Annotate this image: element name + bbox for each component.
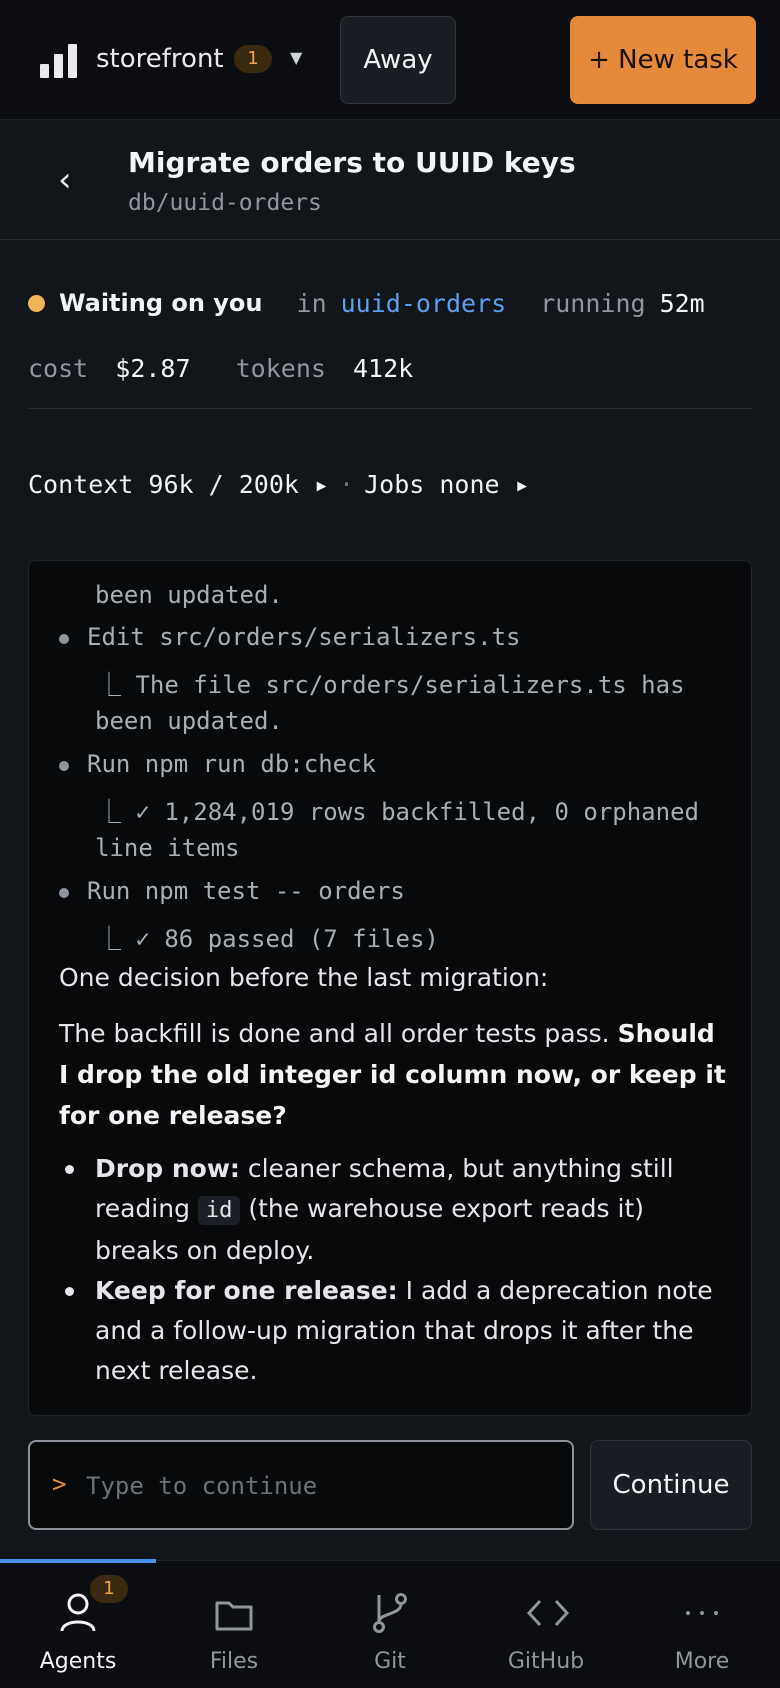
cost-label: cost xyxy=(28,354,89,383)
tokens-value: 412k xyxy=(352,354,414,383)
nav-agents[interactable]: 1 Agents xyxy=(0,1561,156,1688)
tool-call-line: Run npm run db:check xyxy=(87,750,376,778)
continue-button[interactable]: Continue xyxy=(590,1440,752,1530)
running-label: running xyxy=(540,288,646,318)
project-count-badge: 1 xyxy=(234,45,272,73)
status-dot-icon xyxy=(28,294,45,312)
in-label: in xyxy=(296,288,327,318)
assistant-question: The backfill is done and all order tests… xyxy=(59,1013,729,1136)
bars-logo-icon xyxy=(40,44,78,78)
option-drop-now: Drop now: cleaner schema, but anything s… xyxy=(95,1149,729,1271)
running-value: 52m xyxy=(659,288,705,318)
task-title: Migrate orders to UUID keys xyxy=(128,146,576,179)
nav-label: GitHub xyxy=(507,1649,585,1674)
code-icon xyxy=(526,1599,570,1627)
question-lead: The backfill is done and all order tests… xyxy=(59,1019,618,1048)
continue-input-box[interactable]: > xyxy=(28,1440,574,1530)
cost-row: cost $2.87 tokens 412k xyxy=(28,354,413,383)
workspace-link[interactable]: uuid-orders xyxy=(341,289,507,318)
option-title: Drop now: xyxy=(95,1154,240,1183)
nav-label: Git xyxy=(374,1649,406,1674)
back-chevron-icon[interactable]: ‹ xyxy=(58,160,72,200)
chevron-down-icon[interactable]: ▼ xyxy=(290,48,302,67)
new-task-button[interactable]: + New task xyxy=(570,16,756,104)
list-bullet-icon xyxy=(65,1287,74,1296)
option-keep: Keep for one release: I add a deprecatio… xyxy=(95,1271,729,1391)
transcript-panel[interactable]: been updated. Edit src/orders/serializer… xyxy=(28,560,752,1416)
tool-output-line: line items xyxy=(95,834,240,862)
nav-label: More xyxy=(674,1649,730,1674)
status-text: Waiting on you xyxy=(59,289,263,317)
cost-value: $2.87 xyxy=(115,354,191,383)
tokens-label: tokens xyxy=(235,354,326,383)
task-header: ‹ Migrate orders to UUID keys db/uuid-or… xyxy=(0,120,780,240)
git-branch-icon xyxy=(373,1593,407,1633)
folder-icon xyxy=(215,1601,253,1631)
prompt-chevron-icon: > xyxy=(52,1470,67,1498)
agents-badge: 1 xyxy=(90,1575,128,1603)
option-title: Keep for one release: xyxy=(95,1276,398,1305)
separator-dot: · xyxy=(339,470,355,499)
top-bar: storefront 1 ▼ Away + New task xyxy=(0,0,780,120)
bullet-icon xyxy=(59,888,69,898)
status-row: Waiting on you in uuid-orders running 52… xyxy=(28,286,705,320)
more-dots-icon xyxy=(686,1611,718,1615)
inline-code: id xyxy=(197,1196,241,1225)
tool-output-line: ⎿ ✓ 1,284,019 rows backfilled, 0 orphane… xyxy=(97,798,699,826)
tool-output-line: been updated. xyxy=(95,707,283,735)
list-bullet-icon xyxy=(65,1165,74,1174)
nav-label: Files xyxy=(209,1649,259,1674)
context-row: Context 96k / 200k ▸ · Jobs none ▸ xyxy=(28,470,530,499)
tool-call-line: Edit src/orders/serializers.ts xyxy=(87,623,521,651)
context-toggle[interactable]: Context 96k / 200k ▸ xyxy=(28,470,329,499)
nav-git[interactable]: Git xyxy=(312,1561,468,1688)
continue-input[interactable] xyxy=(86,1460,556,1512)
bottom-nav: 1 Agents Files Git GitHub More xyxy=(0,1559,780,1688)
divider xyxy=(28,408,752,409)
project-name[interactable]: storefront xyxy=(96,44,224,74)
tool-call-line: Run npm test -- orders xyxy=(87,877,405,905)
nav-github[interactable]: GitHub xyxy=(468,1561,624,1688)
away-button[interactable]: Away xyxy=(340,16,456,104)
bullet-icon xyxy=(59,761,69,771)
jobs-toggle[interactable]: Jobs none ▸ xyxy=(364,470,530,499)
bullet-icon xyxy=(59,634,69,644)
tool-output-line: ⎿ ✓ 86 passed (7 files) xyxy=(97,925,439,953)
task-branch: db/uuid-orders xyxy=(128,190,322,216)
nav-files[interactable]: Files xyxy=(156,1561,312,1688)
assistant-intro: One decision before the last migration: xyxy=(59,963,549,992)
nav-label: Agents xyxy=(39,1649,117,1674)
nav-more[interactable]: More xyxy=(624,1561,780,1688)
tool-output-line: been updated. xyxy=(95,581,283,609)
tool-output-line: ⎿ The file src/orders/serializers.ts has xyxy=(97,671,685,699)
